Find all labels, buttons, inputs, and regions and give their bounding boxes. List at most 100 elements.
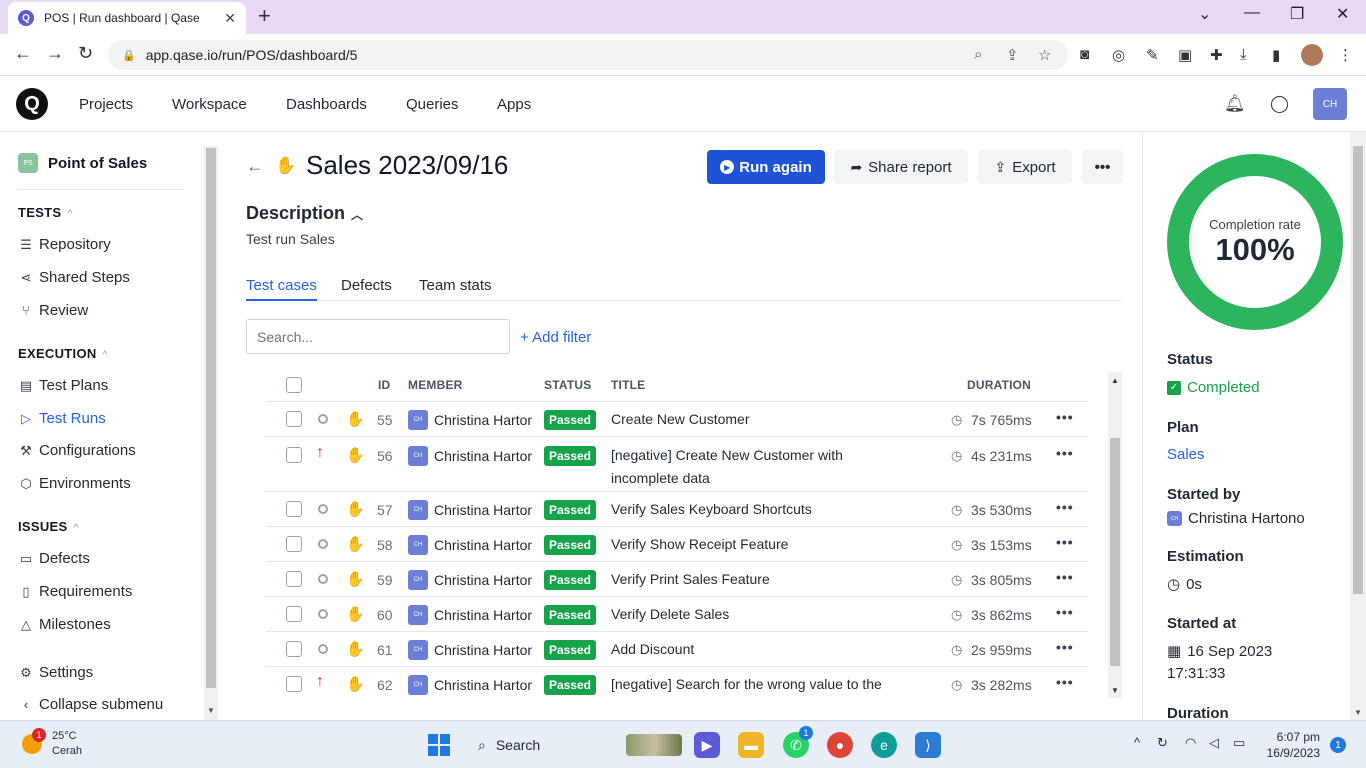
row-checkbox[interactable]: [286, 606, 302, 622]
scroll-down-arrow-icon[interactable]: ▼: [1354, 708, 1362, 717]
new-tab-icon[interactable]: +: [258, 4, 271, 28]
table-row[interactable]: ↑ ✋ 62 CH Christina Hartono Passed [nega…: [266, 667, 1088, 698]
nav-projects[interactable]: Projects: [79, 96, 133, 113]
sidebar-item-test-plans[interactable]: ▤ Test Plans: [18, 377, 108, 394]
url-bar[interactable]: 🔒 app.qase.io/run/POS/dashboard/5 ⌕ ⇪ ☆: [108, 40, 1068, 70]
minimize-icon[interactable]: —: [1244, 4, 1260, 22]
back-arrow-icon[interactable]: ←: [246, 156, 264, 177]
row-checkbox[interactable]: [286, 447, 302, 463]
table-row[interactable]: ✋ 55 CH Christina Hartono Passed Create …: [266, 402, 1088, 437]
edge-icon[interactable]: e: [871, 732, 897, 758]
share-report-button[interactable]: ➦ Share report: [834, 150, 968, 184]
sidebar-item-requirements[interactable]: ▯ Requirements: [18, 583, 132, 600]
back-icon[interactable]: ←: [14, 43, 32, 64]
qase-logo[interactable]: Q: [16, 88, 48, 120]
zoom-icon[interactable]: ⌕: [974, 46, 982, 63]
download-icon[interactable]: ⤓: [1240, 46, 1247, 63]
sidebar-item-shared-steps[interactable]: ⋖ Shared Steps: [18, 269, 130, 286]
table-scrollbar-thumb[interactable]: [1110, 438, 1120, 666]
case-title[interactable]: Verify Delete Sales: [611, 603, 931, 626]
side-panel-icon[interactable]: ▮: [1272, 46, 1280, 64]
case-title[interactable]: [negative] Search for the wrong value to…: [611, 673, 931, 696]
page-scrollbar-thumb[interactable]: [1353, 146, 1363, 594]
row-checkbox[interactable]: [286, 641, 302, 657]
table-row[interactable]: ✋ 57 CH Christina Hartono Passed Verify …: [266, 492, 1088, 527]
row-more-icon[interactable]: •••: [1056, 569, 1074, 585]
tab-team-stats[interactable]: Team stats: [419, 277, 492, 294]
windows-start-icon[interactable]: [428, 734, 450, 756]
case-title[interactable]: [negative] Create New Customer with inco…: [611, 444, 901, 490]
sidebar-item-review[interactable]: ⑂ Review: [18, 302, 88, 319]
section-issues[interactable]: ISSUES ^: [18, 519, 79, 534]
section-tests[interactable]: TESTS ^: [18, 205, 73, 220]
restore-icon[interactable]: ❐: [1290, 4, 1304, 24]
chat-icon[interactable]: ◯: [1270, 94, 1289, 114]
search-input[interactable]: [246, 319, 510, 354]
close-tab-icon[interactable]: ✕: [224, 10, 236, 27]
tab-test-cases[interactable]: Test cases: [246, 277, 317, 301]
case-title[interactable]: Add Discount: [611, 638, 931, 661]
header-status[interactable]: STATUS: [544, 378, 591, 392]
close-window-icon[interactable]: ✕: [1336, 4, 1349, 24]
sync-icon[interactable]: ↻: [1157, 735, 1168, 751]
row-more-icon[interactable]: •••: [1056, 409, 1074, 425]
bell-icon[interactable]: 🔔︎: [1224, 94, 1246, 114]
whatsapp-icon[interactable]: ✆ 1: [783, 726, 813, 758]
table-row[interactable]: ↑ ✋ 56 CH Christina Hartono Passed [nega…: [266, 437, 1088, 492]
volume-icon[interactable]: ◁: [1209, 735, 1219, 751]
nav-apps[interactable]: Apps: [497, 96, 531, 113]
notification-badge[interactable]: 1: [1330, 737, 1346, 753]
nav-workspace[interactable]: Workspace: [172, 96, 247, 113]
box-extension-icon[interactable]: ▣: [1178, 46, 1192, 64]
row-more-icon[interactable]: •••: [1056, 445, 1074, 461]
user-avatar[interactable]: CH: [1313, 88, 1347, 120]
sidebar-item-repository[interactable]: ☰ Repository: [18, 236, 111, 253]
case-title[interactable]: Verify Show Receipt Feature: [611, 533, 931, 556]
tab-search-icon[interactable]: ⌄: [1198, 4, 1211, 24]
scroll-down-arrow-icon[interactable]: ▼: [207, 706, 215, 715]
nav-dashboards[interactable]: Dashboards: [286, 96, 367, 113]
sidebar-scrollbar[interactable]: ▼: [204, 146, 218, 720]
puzzle-extensions-icon[interactable]: ✚: [1210, 46, 1223, 64]
battery-icon[interactable]: ▭: [1233, 735, 1245, 751]
share-icon[interactable]: ⇪: [1006, 46, 1019, 64]
row-checkbox[interactable]: [286, 676, 302, 692]
header-duration[interactable]: DURATION: [967, 378, 1031, 392]
table-scrollbar[interactable]: ▲ ▼: [1108, 372, 1122, 698]
row-checkbox[interactable]: [286, 536, 302, 552]
row-checkbox[interactable]: [286, 411, 302, 427]
row-more-icon[interactable]: •••: [1056, 534, 1074, 550]
case-title[interactable]: Create New Customer: [611, 408, 931, 431]
sidebar-item-configurations[interactable]: ⚒ Configurations: [18, 442, 136, 459]
camera-extension-icon[interactable]: ◙: [1080, 46, 1089, 63]
vscode-icon[interactable]: ⟩: [915, 732, 941, 758]
add-filter-button[interactable]: + Add filter: [520, 329, 591, 346]
description-toggle[interactable]: Description ︿: [246, 203, 363, 224]
table-row[interactable]: ✋ 60 CH Christina Hartono Passed Verify …: [266, 597, 1088, 632]
row-checkbox[interactable]: [286, 571, 302, 587]
case-title[interactable]: Verify Print Sales Feature: [611, 568, 931, 591]
project-selector[interactable]: PS Point of Sales: [18, 153, 147, 173]
scroll-down-arrow-icon[interactable]: ▼: [1111, 686, 1119, 695]
collapse-submenu-button[interactable]: ‹ Collapse submenu: [18, 696, 163, 713]
table-row[interactable]: ✋ 58 CH Christina Hartono Passed Verify …: [266, 527, 1088, 562]
bookmark-star-icon[interactable]: ☆: [1038, 46, 1051, 64]
sidebar-item-settings[interactable]: ⚙ Settings: [18, 664, 93, 681]
row-more-icon[interactable]: •••: [1056, 674, 1074, 690]
reload-icon[interactable]: ↻: [78, 43, 93, 64]
table-row[interactable]: ✋ 59 CH Christina Hartono Passed Verify …: [266, 562, 1088, 597]
show-hidden-icons-icon[interactable]: ^: [1134, 735, 1140, 750]
nav-queries[interactable]: Queries: [406, 96, 459, 113]
more-actions-button[interactable]: •••: [1082, 150, 1123, 184]
run-again-button[interactable]: ▶ Run again: [707, 150, 825, 184]
tab-defects[interactable]: Defects: [341, 277, 392, 294]
plan-link[interactable]: Sales: [1167, 446, 1205, 463]
browser-tab[interactable]: Q POS | Run dashboard | Qase ✕: [8, 2, 246, 34]
sidebar-item-milestones[interactable]: △ Milestones: [18, 616, 111, 633]
wifi-icon[interactable]: ◠: [1185, 735, 1196, 751]
sidebar-item-defects[interactable]: ▭ Defects: [18, 550, 90, 567]
file-explorer-icon[interactable]: ▬: [738, 732, 764, 758]
weather-widget[interactable]: 1 25°C Cerah: [22, 728, 82, 759]
case-title[interactable]: Verify Sales Keyboard Shortcuts: [611, 498, 931, 521]
page-scrollbar[interactable]: ▼: [1350, 132, 1366, 720]
